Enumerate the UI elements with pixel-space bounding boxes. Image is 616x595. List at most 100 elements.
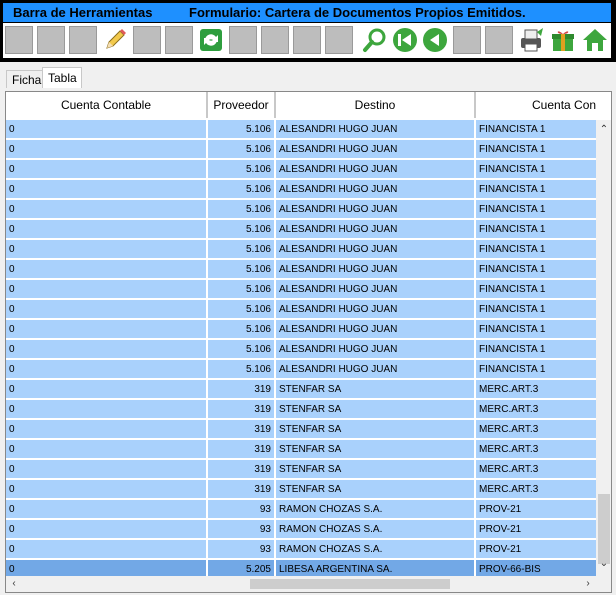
gift-icon[interactable] [549, 26, 577, 54]
table-cell[interactable]: 5.106 [208, 280, 276, 299]
table-cell[interactable]: PROV-21 [476, 520, 596, 539]
table-cell[interactable]: 5.106 [208, 180, 276, 199]
table-row[interactable]: 0 319 STENFAR SA MERC.ART.3 [6, 480, 596, 500]
undo-icon[interactable] [165, 26, 193, 54]
table-row[interactable]: 0 5.106 ALESANDRI HUGO JUAN FINANCISTA 1 [6, 360, 596, 380]
columns-icon[interactable] [325, 26, 353, 54]
scroll-up-icon[interactable]: ⌃ [598, 124, 610, 136]
table-row[interactable]: 0 5.106 ALESANDRI HUGO JUAN FINANCISTA 1 [6, 300, 596, 320]
table-row[interactable]: 0 5.106 ALESANDRI HUGO JUAN FINANCISTA 1 [6, 120, 596, 140]
table-cell[interactable]: STENFAR SA [276, 420, 476, 439]
table-row[interactable]: 0 5.106 ALESANDRI HUGO JUAN FINANCISTA 1 [6, 140, 596, 160]
table-cell[interactable]: 0 [6, 300, 208, 319]
table-cell[interactable]: ALESANDRI HUGO JUAN [276, 140, 476, 159]
table-cell[interactable]: FINANCISTA 1 [476, 140, 596, 159]
table-cell[interactable]: 5.106 [208, 200, 276, 219]
table-cell[interactable]: 0 [6, 160, 208, 179]
last-record-icon[interactable] [485, 26, 513, 54]
table-cell[interactable]: 0 [6, 220, 208, 239]
table-row[interactable]: 0 5.106 ALESANDRI HUGO JUAN FINANCISTA 1 [6, 160, 596, 180]
tab-tabla[interactable]: Tabla [42, 67, 82, 88]
table-cell[interactable]: 5.106 [208, 300, 276, 319]
scroll-down-icon[interactable]: ⌄ [598, 558, 610, 570]
table-cell[interactable]: 319 [208, 480, 276, 499]
table-cell[interactable]: 0 [6, 200, 208, 219]
column-header-proveedor[interactable]: Proveedor [208, 92, 276, 118]
table-cell[interactable]: 0 [6, 320, 208, 339]
table-cell[interactable]: 319 [208, 380, 276, 399]
table-cell[interactable]: 93 [208, 520, 276, 539]
table-cell[interactable]: 5.106 [208, 240, 276, 259]
table-cell[interactable]: MERC.ART.3 [476, 420, 596, 439]
table-cell[interactable]: MERC.ART.3 [476, 380, 596, 399]
table-cell[interactable]: FINANCISTA 1 [476, 320, 596, 339]
first-record-icon[interactable] [391, 26, 419, 54]
table-row[interactable]: 0 5.106 ALESANDRI HUGO JUAN FINANCISTA 1 [6, 340, 596, 360]
table-cell[interactable]: RAMON CHOZAS S.A. [276, 540, 476, 559]
table-row[interactable]: 0 319 STENFAR SA MERC.ART.3 [6, 420, 596, 440]
table-cell[interactable]: 5.106 [208, 160, 276, 179]
table-cell[interactable]: 0 [6, 440, 208, 459]
table-cell[interactable]: ALESANDRI HUGO JUAN [276, 180, 476, 199]
table-cell[interactable]: 0 [6, 260, 208, 279]
home-icon[interactable] [581, 26, 609, 54]
table-cell[interactable]: 319 [208, 400, 276, 419]
table-cell[interactable]: FINANCISTA 1 [476, 240, 596, 259]
table-row[interactable]: 0 93 RAMON CHOZAS S.A. PROV-21 [6, 540, 596, 560]
table-cell[interactable]: MERC.ART.3 [476, 440, 596, 459]
table-cell[interactable]: 0 [6, 540, 208, 559]
horizontal-scroll-thumb[interactable] [250, 579, 450, 589]
table-row[interactable]: 0 5.106 ALESANDRI HUGO JUAN FINANCISTA 1 [6, 320, 596, 340]
next-record-icon[interactable] [453, 26, 481, 54]
table-cell[interactable]: 0 [6, 500, 208, 519]
table-row[interactable]: 0 5.205 LIBESA ARGENTINA SA. PROV-66-BIS [6, 560, 596, 576]
table-cell[interactable]: 0 [6, 460, 208, 479]
table-cell[interactable]: ALESANDRI HUGO JUAN [276, 120, 476, 139]
vertical-scroll-thumb[interactable] [598, 494, 610, 564]
table-cell[interactable]: 0 [6, 140, 208, 159]
table-cell[interactable]: 0 [6, 380, 208, 399]
previous-record-icon[interactable] [421, 26, 449, 54]
table-cell[interactable]: 0 [6, 560, 208, 576]
table-cell[interactable]: 319 [208, 460, 276, 479]
new-record-icon[interactable] [5, 26, 33, 54]
table-row[interactable]: 0 319 STENFAR SA MERC.ART.3 [6, 440, 596, 460]
table-row[interactable]: 0 5.106 ALESANDRI HUGO JUAN FINANCISTA 1 [6, 220, 596, 240]
table-cell[interactable]: PROV-66-BIS [476, 560, 596, 576]
table-cell[interactable]: FINANCISTA 1 [476, 340, 596, 359]
table-cell[interactable]: 5.106 [208, 320, 276, 339]
table-row[interactable]: 0 319 STENFAR SA MERC.ART.3 [6, 400, 596, 420]
table-cell[interactable]: FINANCISTA 1 [476, 200, 596, 219]
table-cell[interactable]: STENFAR SA [276, 400, 476, 419]
table-cell[interactable]: STENFAR SA [276, 480, 476, 499]
table-cell[interactable]: ALESANDRI HUGO JUAN [276, 360, 476, 379]
table-cell[interactable]: FINANCISTA 1 [476, 120, 596, 139]
table-cell[interactable]: 5.106 [208, 140, 276, 159]
table-cell[interactable]: STENFAR SA [276, 380, 476, 399]
table-cell[interactable]: ALESANDRI HUGO JUAN [276, 200, 476, 219]
table-cell[interactable]: 0 [6, 120, 208, 139]
table-cell[interactable]: LIBESA ARGENTINA SA. [276, 560, 476, 576]
table-cell[interactable]: ALESANDRI HUGO JUAN [276, 320, 476, 339]
film-icon[interactable] [229, 26, 257, 54]
edit-pencil-icon[interactable] [101, 26, 129, 54]
table-cell[interactable]: 93 [208, 540, 276, 559]
table-cell[interactable]: 0 [6, 420, 208, 439]
table-cell[interactable]: FINANCISTA 1 [476, 180, 596, 199]
column-header-cuenta-contable[interactable]: Cuenta Contable [6, 92, 208, 118]
table-row[interactable]: 0 5.106 ALESANDRI HUGO JUAN FINANCISTA 1 [6, 240, 596, 260]
vertical-scrollbar[interactable]: ⌃ ⌄ [596, 120, 611, 576]
table-cell[interactable]: ALESANDRI HUGO JUAN [276, 160, 476, 179]
table-cell[interactable]: RAMON CHOZAS S.A. [276, 500, 476, 519]
scroll-left-icon[interactable]: ‹ [8, 578, 20, 590]
table-row[interactable]: 0 5.106 ALESANDRI HUGO JUAN FINANCISTA 1 [6, 260, 596, 280]
table-row[interactable]: 0 5.106 ALESANDRI HUGO JUAN FINANCISTA 1 [6, 280, 596, 300]
table-cell[interactable]: 319 [208, 440, 276, 459]
table-cell[interactable]: 5.106 [208, 340, 276, 359]
table-cell[interactable]: ALESANDRI HUGO JUAN [276, 340, 476, 359]
table-cell[interactable]: FINANCISTA 1 [476, 260, 596, 279]
table-cell[interactable]: 93 [208, 500, 276, 519]
table-row[interactable]: 0 5.106 ALESANDRI HUGO JUAN FINANCISTA 1 [6, 200, 596, 220]
table-cell[interactable]: 0 [6, 400, 208, 419]
table-cell[interactable]: 0 [6, 360, 208, 379]
